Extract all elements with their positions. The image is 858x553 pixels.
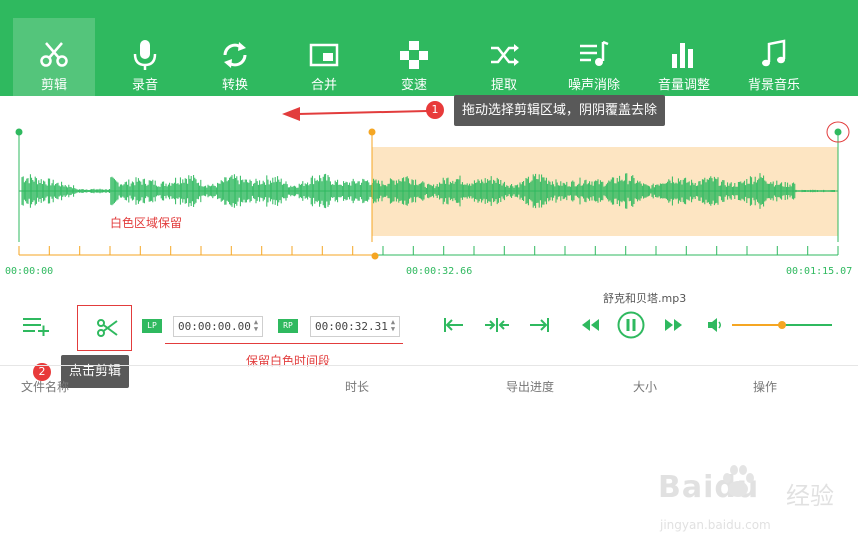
tool-label: 录音 <box>131 78 158 93</box>
fast-forward-icon[interactable] <box>663 318 685 332</box>
rp-time-value: 00:00:32.31 <box>315 320 388 333</box>
tool-label: 背景音乐 <box>747 78 800 93</box>
volume-knob[interactable] <box>778 321 786 329</box>
tool-volume[interactable]: 音量调整 <box>643 18 725 96</box>
drag-select-tooltip: 拖动选择剪辑区域，阴阴覆盖去除 <box>454 95 666 126</box>
keep-region-label: 白色区域保留 <box>110 216 183 230</box>
tool-extract[interactable]: 提取 <box>463 18 545 96</box>
volume-fill <box>732 324 782 326</box>
scissors-icon <box>97 319 118 337</box>
tool-record[interactable]: 录音 <box>104 18 186 96</box>
main-toolbar: 剪辑 录音 转换 合并 变速 提取 噪声消除 音量调整 背景音乐 <box>0 0 858 96</box>
rp-tag: RP <box>278 319 298 333</box>
current-file-name: 舒克和贝塔.mp3 <box>603 292 687 305</box>
col-duration: 时长 <box>345 380 370 394</box>
col-export-progress: 导出进度 <box>506 380 555 394</box>
tool-label: 提取 <box>490 78 517 93</box>
rp-time-input[interactable]: 00:00:32.31 ▲ ▼ <box>310 316 400 337</box>
left-boundary-handle[interactable] <box>15 128 23 136</box>
add-list-icon[interactable] <box>22 316 50 336</box>
time-end: 00:01:15.07 <box>786 266 853 277</box>
watermark-url: jingyan.baidu.com <box>660 518 771 532</box>
cut-button-highlight[interactable] <box>77 305 132 351</box>
tool-label: 音量调整 <box>657 78 710 93</box>
waveform-panel[interactable]: 白色区域保留 00:00:00 00:00:32.66 00:01:15.07 <box>0 96 858 286</box>
tool-label: 剪辑 <box>40 78 67 93</box>
scissors-icon <box>40 42 68 67</box>
tool-label: 变速 <box>400 78 427 93</box>
playhead-marker[interactable] <box>371 252 379 260</box>
tool-speed[interactable]: 变速 <box>373 18 455 96</box>
right-boundary-handle[interactable] <box>834 128 842 136</box>
microphone-icon <box>133 40 157 70</box>
jump-to-end-icon[interactable] <box>528 317 550 333</box>
tool-convert[interactable]: 转换 <box>194 18 276 96</box>
denoise-icon <box>580 40 609 66</box>
merge-icon <box>309 43 339 67</box>
table-divider <box>0 365 858 366</box>
col-filename: 文件名称 <box>21 380 70 394</box>
time-start: 00:00:00 <box>5 266 54 277</box>
lp-tag: LP <box>142 319 162 333</box>
lp-time-input[interactable]: 00:00:00.00 ▲ ▼ <box>173 316 263 337</box>
time-mid: 00:00:32.66 <box>406 266 473 277</box>
tool-cut[interactable]: 剪辑 <box>13 18 95 96</box>
pause-icon[interactable] <box>617 311 645 339</box>
control-bar: 舒克和贝塔.mp3 LP 00:00:00.00 ▲ ▼ RP 00:00:32.… <box>0 286 858 368</box>
shuffle-icon <box>491 44 519 66</box>
annotation-underline <box>165 343 403 344</box>
paw-icon <box>723 465 754 497</box>
jump-to-start-icon[interactable] <box>443 317 465 333</box>
baidu-watermark: Baidu 经验 jingyan.baidu.com <box>658 462 853 542</box>
speed-icon <box>400 41 428 69</box>
waveform-canvas[interactable] <box>0 96 858 286</box>
rp-time-spinner[interactable]: ▲ ▼ <box>389 319 397 334</box>
annotation-arrow <box>297 110 428 115</box>
tool-label: 合并 <box>310 78 337 93</box>
move-to-center-icon[interactable] <box>484 317 510 333</box>
keep-time-label: 保留白色时间段 <box>246 354 331 368</box>
tool-label: 噪声消除 <box>567 78 620 93</box>
watermark-cn: 经验 <box>786 482 834 510</box>
rewind-icon[interactable] <box>580 318 602 332</box>
col-size: 大小 <box>633 380 658 394</box>
tool-label: 转换 <box>221 78 248 93</box>
lp-time-spinner[interactable]: ▲ ▼ <box>252 319 260 334</box>
tool-denoise[interactable]: 噪声消除 <box>553 18 635 96</box>
app-window: { "toolbar": { "items": [ {"label": "剪辑"… <box>0 0 858 553</box>
tool-merge[interactable]: 合并 <box>283 18 365 96</box>
click-cut-tooltip: 点击剪辑 <box>61 355 130 388</box>
speaker-icon[interactable] <box>707 318 723 332</box>
sync-icon <box>223 42 247 68</box>
annotation-badge-1: 1 <box>426 101 444 119</box>
timeline-ticks <box>18 246 839 255</box>
volume-bars-icon <box>672 43 693 68</box>
lp-time-value: 00:00:00.00 <box>178 320 251 333</box>
selection-start-handle[interactable] <box>368 128 376 136</box>
volume-slider[interactable] <box>732 321 832 329</box>
annotation-arrowhead <box>282 107 300 121</box>
music-note-icon <box>762 39 786 67</box>
col-actions: 操作 <box>753 380 778 394</box>
tool-bgmusic[interactable]: 背景音乐 <box>733 18 815 96</box>
